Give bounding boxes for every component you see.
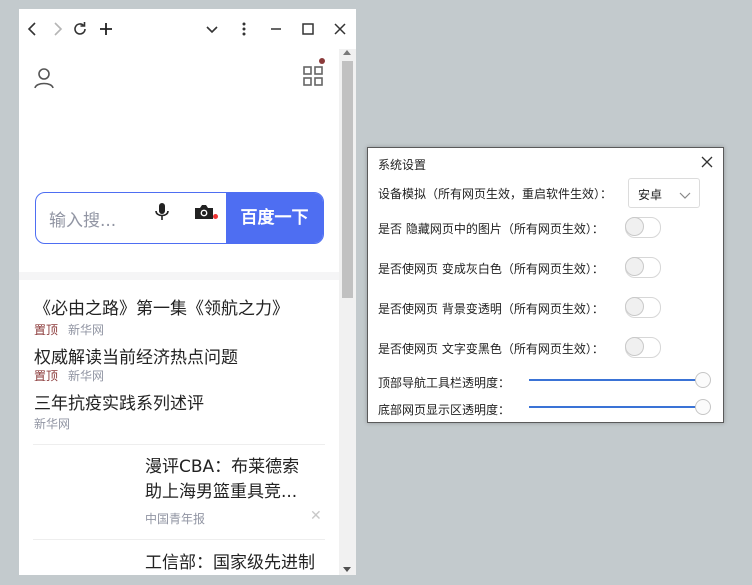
news-source: 新华网: [68, 323, 105, 337]
black-text-label: 是否使网页 文字变黑色（所有网页生效）：: [378, 342, 604, 356]
microphone-icon[interactable]: [154, 202, 170, 226]
display-opacity-label: 底部网页显示区透明度：: [378, 403, 511, 417]
black-text-toggle[interactable]: [625, 337, 661, 358]
search-box[interactable]: 输入搜... 百度一下: [35, 192, 324, 244]
scroll-down-arrow-icon[interactable]: [343, 567, 351, 572]
page-content: 输入搜... 百度一下 《必由之路》第一集《领航之力》 置顶 新华网 权威解读当…: [19, 49, 339, 575]
forward-arrow-icon[interactable]: [47, 19, 67, 39]
news-card-title[interactable]: 工信部：国家级先进制造业集群增至45个: [145, 551, 315, 575]
notification-dot: [319, 58, 325, 64]
news-title[interactable]: 三年抗疫实践系列述评: [34, 389, 204, 414]
slider-thumb[interactable]: [695, 399, 711, 415]
grayscale-toggle[interactable]: [625, 257, 661, 278]
maximize-icon[interactable]: [298, 19, 318, 39]
vertical-scrollbar[interactable]: [339, 49, 356, 575]
toggle-knob: [625, 297, 644, 316]
grayscale-label: 是否使网页 变成灰白色（所有网页生效）：: [378, 262, 604, 276]
news-card-title[interactable]: 漫评CBA：布莱德索助上海男篮重具竞...: [145, 455, 315, 505]
pinned-badge: 置顶: [34, 369, 59, 383]
close-icon[interactable]: [330, 19, 350, 39]
toolbar-opacity-slider[interactable]: [529, 379, 704, 381]
camera-icon[interactable]: [194, 203, 214, 225]
back-arrow-icon[interactable]: [23, 19, 43, 39]
scrollbar-thumb[interactable]: [342, 61, 353, 298]
news-source: 新华网: [68, 369, 105, 383]
divider: [33, 444, 325, 445]
minimize-icon[interactable]: [266, 19, 286, 39]
search-input[interactable]: 输入搜...: [49, 206, 116, 231]
scroll-up-arrow-icon[interactable]: [343, 50, 351, 55]
chevron-down-icon[interactable]: [202, 19, 222, 39]
news-source: 中国青年报: [145, 512, 206, 526]
device-emulation-label: 设备模拟（所有网页生效，重启软件生效）：: [378, 187, 613, 201]
news-title[interactable]: 权威解读当前经济热点问题: [34, 343, 238, 368]
device-select-value: 安卓: [638, 188, 663, 202]
close-icon[interactable]: [701, 156, 713, 171]
settings-dialog: 系统设置 设备模拟（所有网页生效，重启软件生效）： 安卓 是否 隐藏网页中的图片…: [367, 147, 724, 423]
refresh-icon[interactable]: [70, 19, 90, 39]
pinned-badge: 置顶: [34, 323, 59, 337]
display-opacity-slider[interactable]: [529, 406, 704, 408]
dialog-title: 系统设置: [378, 158, 427, 172]
slider-thumb[interactable]: [695, 372, 711, 388]
transparent-bg-label: 是否使网页 背景变透明（所有网页生效）：: [378, 302, 604, 316]
more-vertical-icon[interactable]: [234, 19, 254, 39]
toggle-knob: [625, 337, 644, 356]
transparent-bg-toggle[interactable]: [625, 297, 661, 318]
chevron-down-icon: [679, 189, 691, 203]
camera-notification-dot: [213, 214, 218, 219]
user-icon[interactable]: [33, 67, 55, 93]
toolbar-opacity-label: 顶部导航工具栏透明度：: [378, 376, 511, 390]
divider: [33, 539, 325, 540]
browser-window: 输入搜... 百度一下 《必由之路》第一集《领航之力》 置顶 新华网 权威解读当…: [19, 9, 356, 575]
news-source: 新华网: [34, 417, 71, 431]
search-button[interactable]: 百度一下: [226, 193, 323, 243]
news-title[interactable]: 《必由之路》第一集《领航之力》: [34, 294, 289, 319]
title-bar: [19, 9, 356, 49]
section-divider: [19, 272, 339, 280]
dismiss-icon[interactable]: ✕: [310, 508, 322, 524]
device-select[interactable]: 安卓: [628, 178, 700, 208]
hide-images-toggle[interactable]: [625, 217, 661, 238]
hide-images-label: 是否 隐藏网页中的图片（所有网页生效）：: [378, 222, 604, 236]
new-tab-plus-icon[interactable]: [96, 19, 116, 39]
apps-grid-icon[interactable]: [302, 65, 324, 91]
toggle-knob: [625, 257, 644, 276]
toggle-knob: [625, 217, 644, 236]
